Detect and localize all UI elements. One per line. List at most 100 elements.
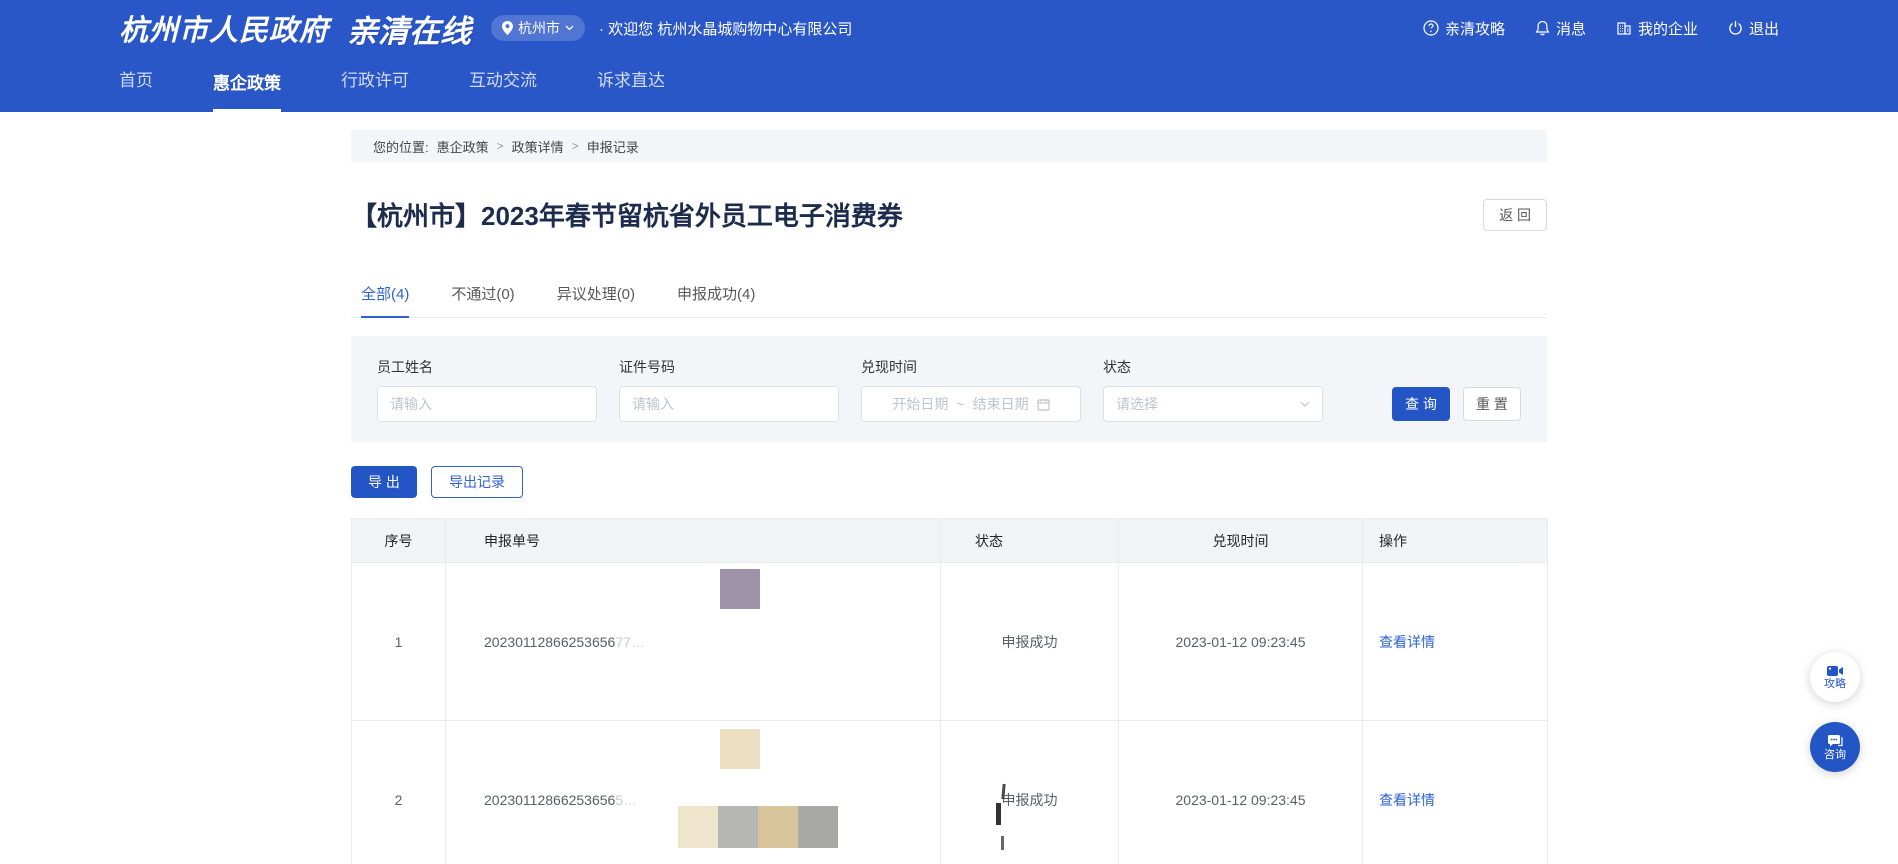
status-tabs: 全部(4) 不通过(0) 异议处理(0) 申报成功(4)	[351, 283, 1547, 318]
nav-item-interaction[interactable]: 互动交流	[469, 66, 537, 112]
cell-redeem-time: 2023-01-12 09:23:45	[1119, 721, 1363, 864]
top-header-bar: 杭州市人民政府 亲清在线 杭州市 · 欢迎您 杭州水晶城购物中心有限公司 亲清攻…	[0, 0, 1898, 56]
nav-item-home[interactable]: 首页	[119, 66, 153, 112]
cell-status: 申报成功	[941, 721, 1119, 864]
cell-index: 2	[352, 721, 446, 864]
question-circle-icon	[1423, 20, 1439, 36]
location-label: 杭州市	[518, 18, 560, 38]
menu-item-my-company[interactable]: 我的企业	[1616, 18, 1698, 39]
status-placeholder: 请选择	[1116, 394, 1158, 414]
field-redeem-time: 兑现时间 开始日期 ~ 结束日期	[861, 357, 1081, 422]
col-header-index: 序号	[352, 519, 446, 563]
menu-label: 消息	[1556, 18, 1586, 39]
breadcrumb-item-policies[interactable]: 惠企政策	[437, 137, 489, 156]
field-id-number: 证件号码	[619, 357, 839, 422]
search-button[interactable]: 查 询	[1392, 387, 1450, 421]
tab-all[interactable]: 全部(4)	[361, 283, 409, 318]
gov-logo-text: 杭州市人民政府	[119, 7, 329, 49]
floating-consult-button[interactable]: 咨询	[1810, 722, 1860, 772]
filter-panel: 员工姓名 证件号码 兑现时间 开始日期 ~ 结束日期 状态 请选择	[351, 336, 1547, 442]
start-date-placeholder: 开始日期	[892, 394, 948, 414]
power-icon	[1728, 20, 1743, 36]
col-header-status: 状态	[941, 519, 1119, 563]
cell-index: 1	[352, 563, 446, 721]
field-employee-name: 员工姓名	[377, 357, 597, 422]
brand-logo-text: 亲清在线	[347, 6, 471, 51]
redaction-block	[720, 729, 760, 769]
floating-guide-button[interactable]: 攻略	[1810, 652, 1860, 702]
menu-item-logout[interactable]: 退出	[1728, 18, 1779, 39]
employee-name-label: 员工姓名	[377, 357, 597, 377]
floating-consult-label: 咨询	[1824, 749, 1846, 761]
status-select[interactable]: 请选择	[1103, 386, 1323, 422]
export-button[interactable]: 导 出	[351, 466, 417, 498]
page-title: 【杭州市】2023年春节留杭省外员工电子消费券	[351, 196, 903, 233]
date-range-picker[interactable]: 开始日期 ~ 结束日期	[861, 386, 1081, 422]
view-detail-link[interactable]: 查看详情	[1379, 634, 1435, 650]
location-pin-icon	[502, 21, 513, 35]
order-no-ellipsis: …	[631, 634, 646, 650]
chevron-down-icon	[1300, 401, 1310, 407]
order-no-faded: 5	[615, 792, 623, 808]
redaction-block	[718, 806, 758, 848]
date-range-separator: ~	[956, 396, 964, 412]
redaction-smudge	[996, 803, 1001, 825]
redaction-block	[678, 806, 718, 848]
tab-dispute[interactable]: 异议处理(0)	[557, 283, 635, 318]
id-number-label: 证件号码	[619, 357, 839, 377]
title-row: 【杭州市】2023年春节留杭省外员工电子消费券 返 回	[351, 196, 1547, 233]
cell-action: 查看详情	[1363, 563, 1548, 721]
id-number-input[interactable]	[619, 386, 839, 422]
menu-label: 退出	[1749, 18, 1779, 39]
col-header-redeem-time: 兑现时间	[1119, 519, 1363, 563]
bell-icon	[1535, 20, 1550, 36]
view-detail-link[interactable]: 查看详情	[1379, 792, 1435, 808]
nav-item-appeals[interactable]: 诉求直达	[597, 66, 665, 112]
records-table-wrap: 序号 申报单号 状态 兑现时间 操作 1 2023011286625365677…	[351, 518, 1547, 864]
order-no-faded: 77	[615, 634, 631, 650]
end-date-placeholder: 结束日期	[973, 394, 1029, 414]
order-no-text: 20230112866253656	[484, 792, 615, 808]
cell-action: 查看详情	[1363, 721, 1548, 864]
breadcrumb-prefix: 您的位置:	[373, 137, 429, 156]
redaction-block	[720, 569, 760, 609]
cell-redeem-time: 2023-01-12 09:23:45	[1119, 563, 1363, 721]
chevron-down-icon	[565, 25, 574, 31]
menu-item-guide[interactable]: 亲清攻略	[1423, 18, 1505, 39]
breadcrumb-separator: >	[497, 139, 504, 153]
breadcrumb-separator: >	[572, 139, 579, 153]
back-button[interactable]: 返 回	[1483, 199, 1547, 231]
filter-actions: 查 询 重 置	[1392, 387, 1521, 422]
floating-guide-label: 攻略	[1824, 678, 1846, 690]
redaction-block	[758, 806, 798, 848]
export-toolbar: 导 出 导出记录	[351, 466, 1547, 498]
table-row: 2 202301128662536565… 申报成功 2023-01-12 09…	[352, 721, 1548, 864]
nav-item-licensing[interactable]: 行政许可	[341, 66, 409, 112]
cell-order-no: 2023011286625365677…	[446, 563, 941, 721]
order-no-text: 20230112866253656	[484, 634, 615, 650]
redeem-time-label: 兑现时间	[861, 357, 1081, 377]
redaction-smudge	[1001, 836, 1004, 850]
nav-item-policies[interactable]: 惠企政策	[213, 69, 281, 112]
main-nav: 首页 惠企政策 行政许可 互动交流 诉求直达	[0, 56, 1898, 112]
records-table: 序号 申报单号 状态 兑现时间 操作 1 2023011286625365677…	[351, 518, 1548, 864]
menu-label: 我的企业	[1638, 18, 1698, 39]
menu-label: 亲清攻略	[1445, 18, 1505, 39]
redaction-strip	[678, 806, 838, 848]
reset-button[interactable]: 重 置	[1463, 387, 1521, 421]
tab-success[interactable]: 申报成功(4)	[677, 283, 755, 318]
location-selector[interactable]: 杭州市	[491, 15, 585, 41]
top-menu: 亲清攻略 消息 我的企业 退出	[1423, 18, 1779, 39]
table-header-row: 序号 申报单号 状态 兑现时间 操作	[352, 519, 1548, 563]
menu-item-messages[interactable]: 消息	[1535, 18, 1586, 39]
table-row: 1 2023011286625365677… 申报成功 2023-01-12 0…	[352, 563, 1548, 721]
export-records-button[interactable]: 导出记录	[431, 466, 523, 498]
welcome-text: · 欢迎您 杭州水晶城购物中心有限公司	[599, 18, 852, 39]
status-label: 状态	[1103, 357, 1323, 377]
breadcrumb-item-policy-detail[interactable]: 政策详情	[512, 137, 564, 156]
building-icon	[1616, 20, 1632, 36]
employee-name-input[interactable]	[377, 386, 597, 422]
col-header-order-no: 申报单号	[446, 519, 941, 563]
chat-bubble-icon	[1827, 734, 1843, 748]
tab-rejected[interactable]: 不通过(0)	[451, 283, 514, 318]
